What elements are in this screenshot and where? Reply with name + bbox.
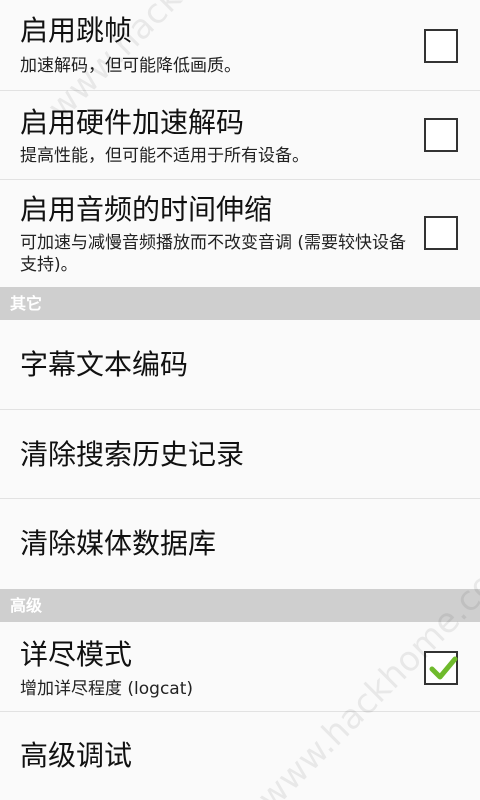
pref-clear-media-db-title: 清除媒体数据库: [20, 527, 217, 560]
settings-screen: 启用跳帧 加速解码，但可能降低画质。 启用硬件加速解码 提高性能，但可能不适用于…: [0, 0, 480, 800]
frame-skip-checkbox[interactable]: [424, 29, 458, 63]
pref-verbose-summary: 增加详尽程度 (logcat): [20, 679, 194, 699]
pref-verbose[interactable]: 详尽模式 增加详尽程度 (logcat): [0, 622, 480, 712]
pref-frame-skip[interactable]: 启用跳帧 加速解码，但可能降低画质。: [0, 0, 480, 91]
category-header-advanced: 高级: [0, 589, 480, 622]
pref-advanced-debug[interactable]: 高级调试: [0, 712, 480, 800]
verbose-checkbox[interactable]: [424, 651, 458, 685]
pref-clear-search-history-title: 清除搜索历史记录: [20, 438, 245, 471]
pref-clear-search-history[interactable]: 清除搜索历史记录: [0, 410, 480, 499]
checkmark-icon: [429, 656, 458, 680]
pref-subtitle-encoding-title: 字幕文本编码: [20, 348, 189, 381]
pref-hw-decode-title: 启用硬件加速解码: [20, 106, 245, 139]
pref-hw-decode-summary: 提高性能，但可能不适用于所有设备。: [20, 146, 309, 166]
pref-advanced-debug-title: 高级调试: [20, 739, 133, 772]
pref-frame-skip-summary: 加速解码，但可能降低画质。: [20, 56, 241, 76]
pref-time-stretch[interactable]: 启用音频的时间伸缩 可加速与减慢音频播放而不改变音调 (需要较快设备支持)。: [0, 180, 480, 287]
pref-time-stretch-summary: 可加速与减慢音频播放而不改变音调 (需要较快设备支持)。: [20, 233, 407, 275]
pref-hw-decode[interactable]: 启用硬件加速解码 提高性能，但可能不适用于所有设备。: [0, 91, 480, 180]
pref-verbose-title: 详尽模式: [20, 638, 133, 671]
hw-decode-checkbox[interactable]: [424, 118, 458, 152]
pref-time-stretch-title: 启用音频的时间伸缩: [20, 193, 273, 226]
time-stretch-checkbox[interactable]: [424, 216, 458, 250]
pref-frame-skip-title: 启用跳帧: [20, 14, 133, 47]
pref-clear-media-db[interactable]: 清除媒体数据库: [0, 499, 480, 589]
pref-subtitle-encoding[interactable]: 字幕文本编码: [0, 320, 480, 410]
category-header-other: 其它: [0, 287, 480, 320]
